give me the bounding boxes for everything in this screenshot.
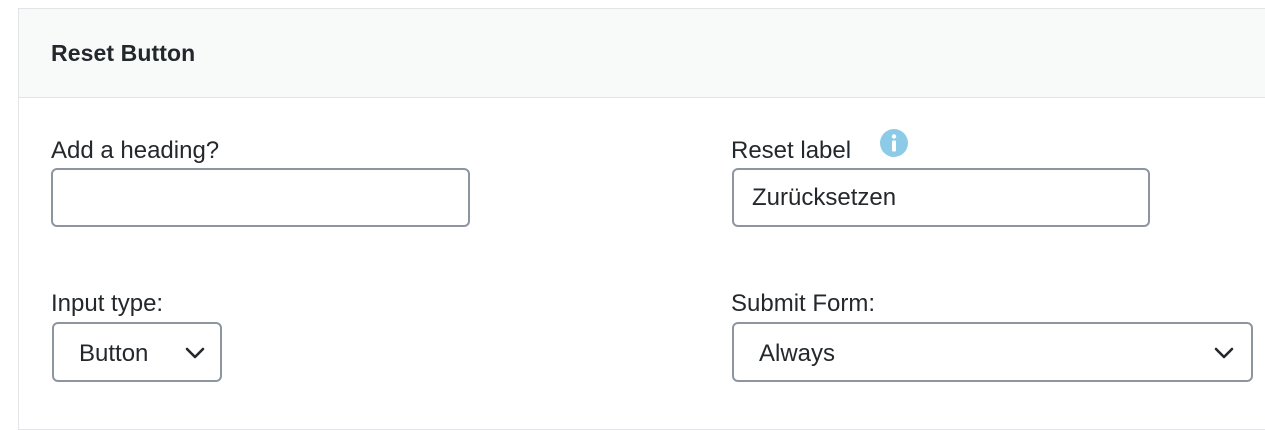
input-type-label: Input type:	[51, 290, 164, 317]
heading-input[interactable]	[51, 168, 470, 227]
submit-form-select[interactable]: Always	[732, 322, 1253, 382]
reset-label-label: Reset label	[731, 137, 852, 164]
reset-label-input[interactable]	[732, 168, 1150, 227]
submit-form-label: Submit Form:	[731, 290, 876, 317]
chevron-down-icon	[185, 347, 205, 359]
input-type-select[interactable]: Button	[52, 322, 222, 382]
heading-label: Add a heading?	[51, 137, 220, 164]
chevron-down-icon	[1214, 347, 1234, 359]
panel-title: Reset Button	[51, 40, 196, 66]
info-icon[interactable]	[879, 128, 909, 158]
panel-header: Reset Button	[19, 9, 1265, 98]
submit-form-selected: Always	[759, 340, 836, 367]
input-type-selected: Button	[79, 340, 149, 367]
